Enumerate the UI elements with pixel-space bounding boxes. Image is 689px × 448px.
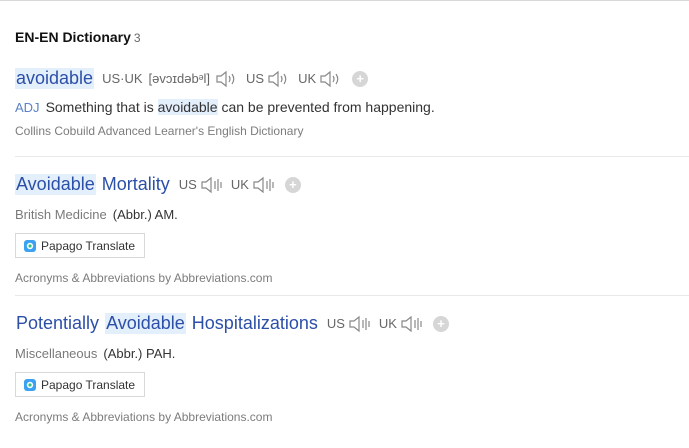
top-border (0, 0, 689, 1)
part-of-speech: ADJ (15, 100, 40, 115)
field-row: Miscellaneous (Abbr.) PAH. (15, 346, 689, 361)
headword-part: Avoidable (105, 313, 186, 334)
headword-part: Potentially (16, 313, 100, 333)
papago-icon (24, 239, 36, 252)
entry-avoidable: avoidable US·UK [əvɔɪdəbᵊl] US UK + ADJ … (15, 68, 689, 138)
uk-label: UK (298, 71, 317, 86)
headword-link[interactable]: Potentially Avoidable Hospitalizations (15, 313, 319, 334)
source-text: Collins Cobuild Advanced Learner's Engli… (15, 124, 304, 138)
papago-icon (24, 378, 36, 391)
headword-part: Mortality (101, 174, 170, 194)
pronunciation: US UK + (327, 315, 449, 333)
source-text: Acronyms & Abbreviations by Abbreviation… (15, 410, 273, 424)
divider (15, 156, 689, 157)
us-label: US (178, 177, 197, 192)
headword-link[interactable]: Avoidable Mortality (15, 174, 171, 195)
abbreviation: (Abbr.) AM. (112, 207, 178, 222)
us-label: US (246, 71, 265, 86)
plus-icon[interactable]: + (284, 176, 301, 193)
abbreviation: (Abbr.) PAH. (103, 346, 176, 361)
definition-text: Something that is avoidable can be preve… (45, 99, 435, 115)
speaker-icon[interactable] (318, 70, 342, 88)
field-row: British Medicine (Abbr.) AM. (15, 207, 689, 222)
result-count: 3 (133, 31, 141, 45)
papago-label: Papago Translate (41, 238, 136, 253)
definition: ADJ Something that is avoidable can be p… (15, 99, 689, 115)
papago-translate-button[interactable]: Papago Translate (15, 372, 146, 397)
speaker-icon[interactable] (214, 70, 238, 88)
entry-avoidable-mortality: Avoidable Mortality US UK + British Medic… (15, 174, 689, 285)
speaker-icon[interactable] (199, 176, 223, 194)
plus-icon[interactable]: + (432, 315, 449, 332)
plus-icon[interactable]: + (352, 70, 369, 87)
uk-label: UK (378, 316, 397, 331)
entry-potentially-avoidable-hospitalizations: Potentially Avoidable Hospitalizations US … (15, 313, 689, 424)
papago-label: Papago Translate (41, 377, 136, 392)
papago-translate-button[interactable]: Papago Translate (15, 233, 146, 258)
field-label: Miscellaneous (15, 346, 98, 361)
headword-part: Avoidable (15, 174, 96, 195)
headword-text: avoidable (15, 68, 95, 89)
headword-link[interactable]: avoidable (15, 68, 95, 89)
pronunciation: US UK + (179, 176, 301, 194)
section-title: EN-EN Dictionary 3 (15, 29, 141, 45)
section-title-text: EN-EN Dictionary (15, 29, 131, 45)
speaker-icon[interactable] (347, 315, 371, 333)
uk-label: UK (230, 177, 249, 192)
headword-part: Hospitalizations (191, 313, 318, 333)
ipa-text: [əvɔɪdəbᵊl] (148, 71, 211, 86)
speaker-icon[interactable] (266, 70, 290, 88)
divider (15, 295, 689, 296)
source-text: Acronyms & Abbreviations by Abbreviation… (15, 271, 273, 285)
field-label: British Medicine (15, 207, 107, 222)
us-uk-label: US·UK (102, 71, 143, 86)
us-label: US (326, 316, 345, 331)
pronunciation: US·UK [əvɔɪdəbᵊl] US UK + (102, 70, 369, 88)
speaker-icon[interactable] (251, 176, 275, 194)
speaker-icon[interactable] (399, 315, 423, 333)
